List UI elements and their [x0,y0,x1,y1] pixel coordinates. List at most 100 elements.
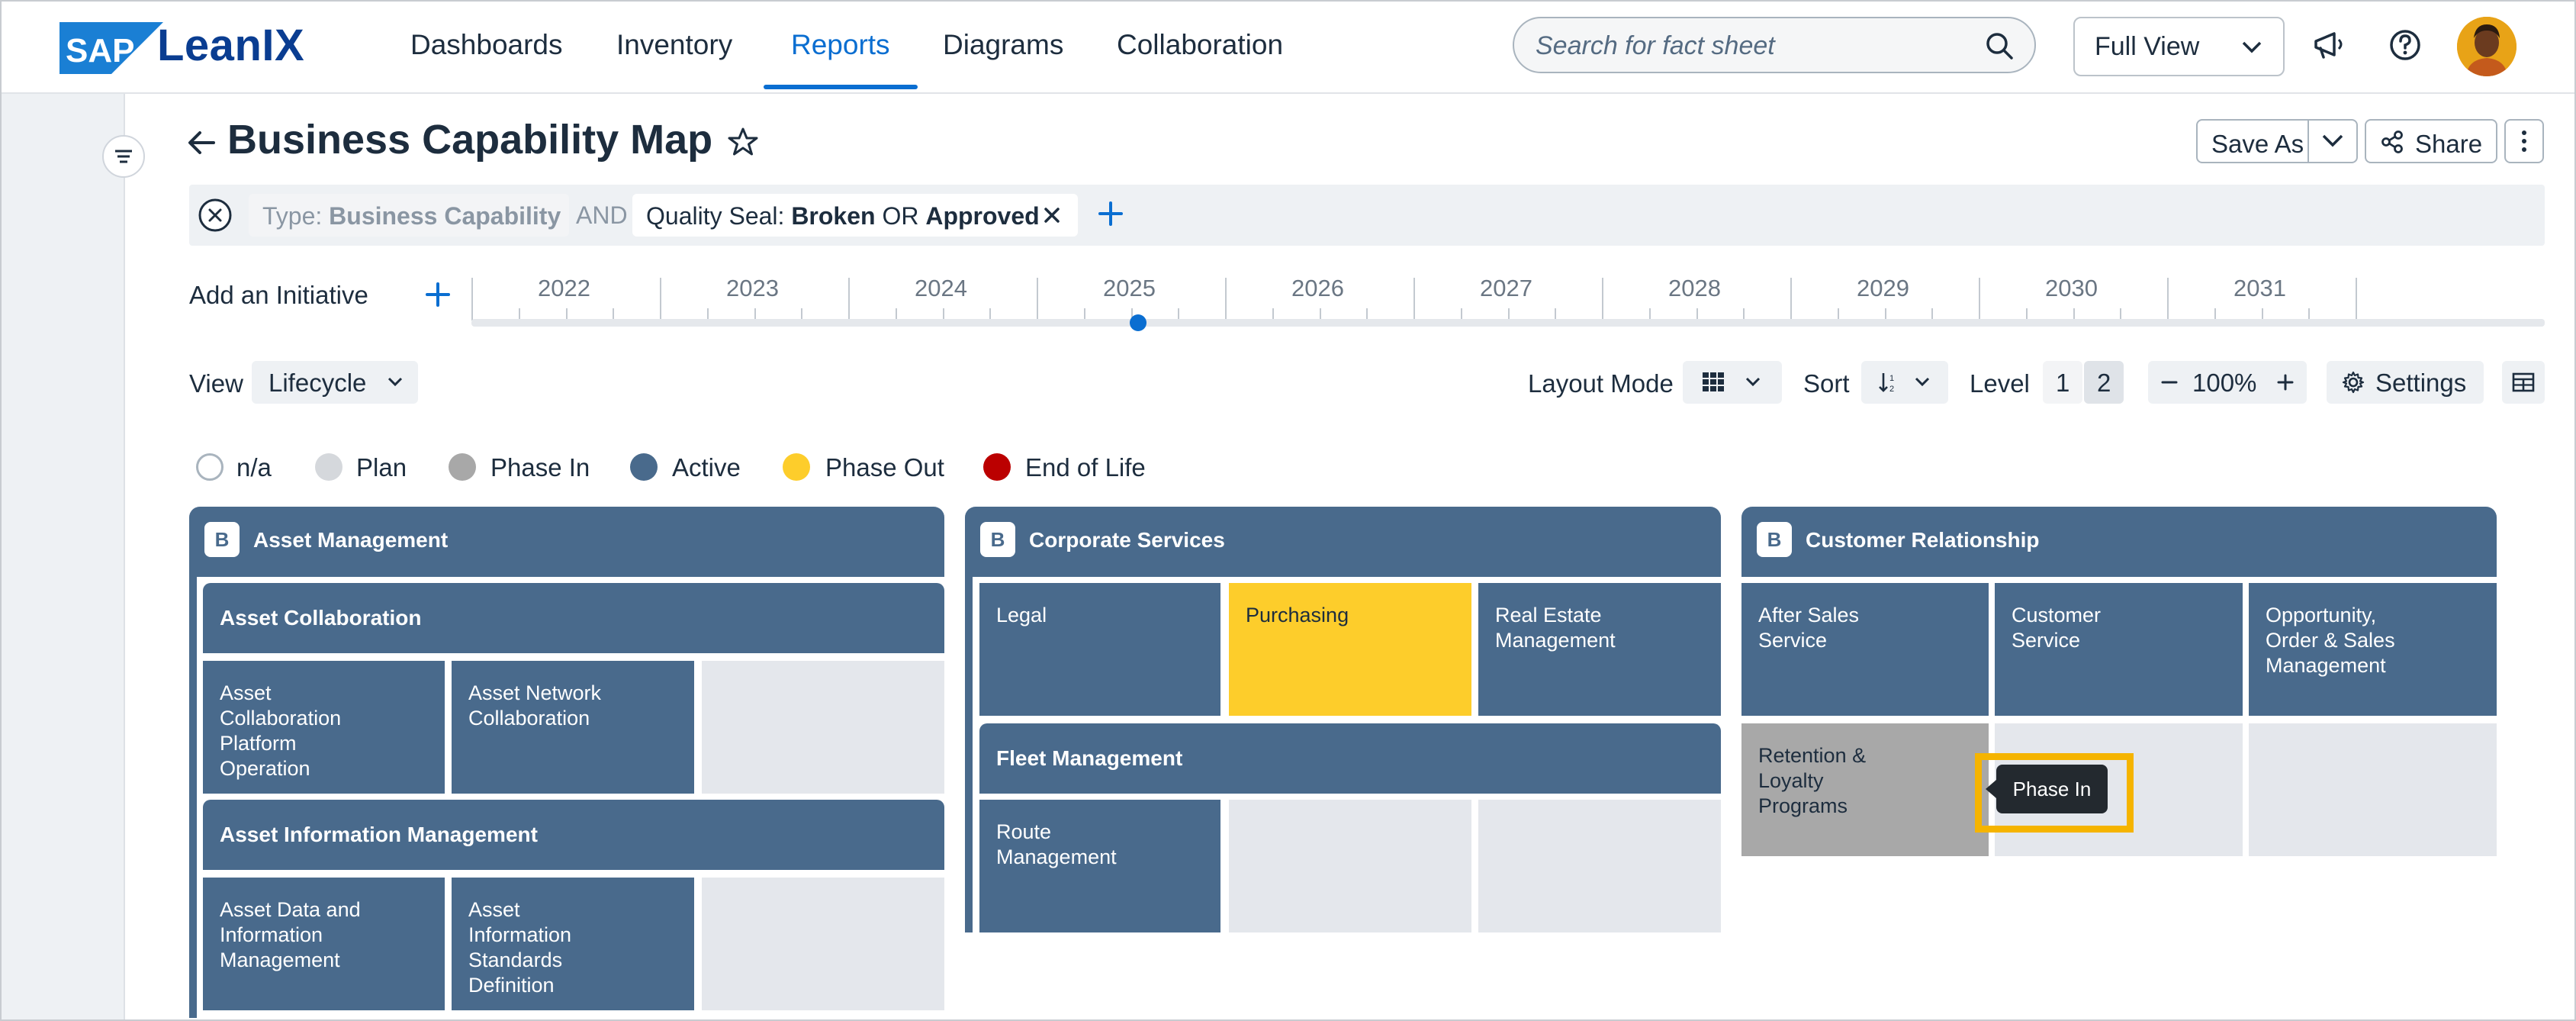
legend-label-phase-out: Phase Out [825,453,944,482]
filter-seal-prefix: Quality Seal: [646,202,792,230]
add-initiative-icon[interactable] [423,279,453,310]
capability-purchasing[interactable]: Purchasing [1229,583,1471,716]
chevron-down-icon [2322,134,2343,147]
sort-dropdown[interactable]: 1 2 [1861,361,1948,404]
add-initiative-label: Add an Initiative [189,281,368,309]
timeline-handle[interactable] [1130,314,1146,331]
zoom-control: 100% [2148,361,2307,404]
capability-asset-data-and-information-management[interactable]: Asset Data and Information Management [203,878,445,1010]
legend-dot-phase-in [449,453,476,481]
view-dropdown[interactable]: Lifecycle [252,361,418,404]
capability-fleet-management[interactable]: Fleet Management [979,723,1721,794]
settings-button[interactable]: Settings [2327,361,2484,404]
legend-label-end-of-life: End of Life [1025,453,1146,482]
capability-corporate-services[interactable]: B Corporate Services [965,507,1721,577]
help-icon[interactable] [2388,27,2423,63]
back-arrow-icon[interactable] [186,127,217,158]
capability-customer-service[interactable]: Customer Service [1995,583,2243,716]
zoom-value: 100% [2192,369,2257,397]
capability-title: After Sales Service [1758,604,1860,652]
zoom-out-icon[interactable] [2159,372,2180,393]
level-1-label: 1 [2056,369,2070,397]
save-as-button[interactable]: Save As [2196,119,2309,163]
user-avatar[interactable] [2457,17,2517,76]
nav-inventory[interactable]: Inventory [616,29,732,61]
nav-collaboration[interactable]: Collaboration [1117,29,1283,61]
legend-dot-plan [315,453,343,481]
timeline-year-label: 2031 [2233,275,2286,301]
empty-slot [2249,723,2497,856]
capability-title: Retention & Loyalty Programs [1758,744,1867,817]
filter-panel-toggle[interactable] [102,135,145,178]
add-filter-icon[interactable] [1095,198,1126,229]
capability-title: Asset Data and Information Management [220,898,361,971]
page-title: Business Capability Map [227,117,713,163]
timeline-major-tick [2356,278,2357,320]
search-input[interactable]: Search for fact sheet [1513,17,2036,73]
capability-asset-collaboration[interactable]: Asset Collaboration [203,583,944,653]
timeline-major-tick [471,278,473,320]
capability-legal[interactable]: Legal [979,583,1220,716]
capability-asset-information-standards-definition[interactable]: Asset Information Standards Definition [452,878,694,1010]
timeline-minor-tick [754,308,756,319]
timeline-major-tick [2167,278,2169,320]
share-button[interactable]: Share [2365,119,2497,163]
capability-title: Corporate Services [1029,528,1225,552]
clear-filters-icon[interactable] [197,197,233,234]
remove-filter-icon[interactable] [1041,205,1063,226]
chevron-down-icon [388,377,403,387]
capability-opportunity-order-sales-management[interactable]: Opportunity, Order & Sales Management [2249,583,2497,716]
filter-chip-quality-seal[interactable]: Quality Seal: Broken OR Approved [632,194,1078,237]
type-badge: B [1757,522,1792,557]
timeline-year-label: 2030 [2045,275,2098,301]
chevron-down-icon [2242,41,2262,53]
nav-reports[interactable]: Reports [791,29,890,61]
layout-mode-dropdown[interactable] [1683,361,1782,404]
view-selector[interactable]: Full View [2073,17,2285,76]
capability-asset-information-management[interactable]: Asset Information Management [203,800,944,870]
announcement-icon[interactable] [2311,27,2346,63]
timeline-major-tick [1413,278,1415,320]
left-rail [2,94,125,1019]
nav-diagrams[interactable]: Diagrams [943,29,1063,61]
table-icon [2512,372,2535,392]
timeline-year-label: 2029 [1857,275,1909,301]
capability-after-sales-service[interactable]: After Sales Service [1741,583,1989,716]
timeline-minor-tick [706,308,709,319]
capability-title: Customer Service [2012,604,2102,652]
timeline-minor-tick [613,308,615,319]
capability-title: Real Estate Management [1495,604,1616,652]
capability-asset-collaboration-platform-operation[interactable]: Asset Collaboration Platform Operation [203,661,445,794]
capability-real-estate-management[interactable]: Real Estate Management [1478,583,1721,716]
favorite-star-icon[interactable] [727,126,759,158]
app-logo-text[interactable]: LeanIX [157,20,304,71]
svg-text:1: 1 [1889,374,1894,383]
nav-dashboards[interactable]: Dashboards [410,29,563,61]
capability-route-management[interactable]: Route Management [979,800,1220,932]
zoom-in-icon[interactable] [2275,372,2296,393]
capability-customer-relationship[interactable]: B Customer Relationship [1741,507,2497,577]
filter-seal-or: OR [875,202,926,230]
timeline-track[interactable] [471,319,2545,327]
capability-title: Asset Collaboration Platform Operation [220,681,342,780]
filter-and-operator: AND [576,201,628,229]
filter-chip-type[interactable]: Type: Business Capability [249,194,569,237]
capability-title: Asset Information Standards Definition [468,898,572,997]
gear-icon [2342,371,2365,394]
capability-asset-management[interactable]: B Asset Management [189,507,944,577]
avatar-portrait-icon [2457,17,2517,76]
capability-asset-network-collaboration[interactable]: Asset Network Collaboration [452,661,694,794]
capability-title: Asset Information Management [220,823,538,846]
settings-label: Settings [2375,369,2467,397]
capability-title: Route Management [996,820,1117,868]
table-view-button[interactable] [2502,361,2545,404]
timeline-major-tick [660,278,661,320]
more-actions-button[interactable] [2504,119,2544,163]
search-icon[interactable] [1984,31,2015,61]
level-2-button[interactable]: 2 [2084,361,2124,404]
capability-retention-loyalty-programs[interactable]: Retention & Loyalty Programs [1741,723,1989,856]
save-as-menu-button[interactable] [2307,119,2358,163]
view-selector-label: Full View [2095,32,2200,61]
level-1-button[interactable]: 1 [2043,361,2082,404]
timeline-minor-tick [1884,308,1886,319]
